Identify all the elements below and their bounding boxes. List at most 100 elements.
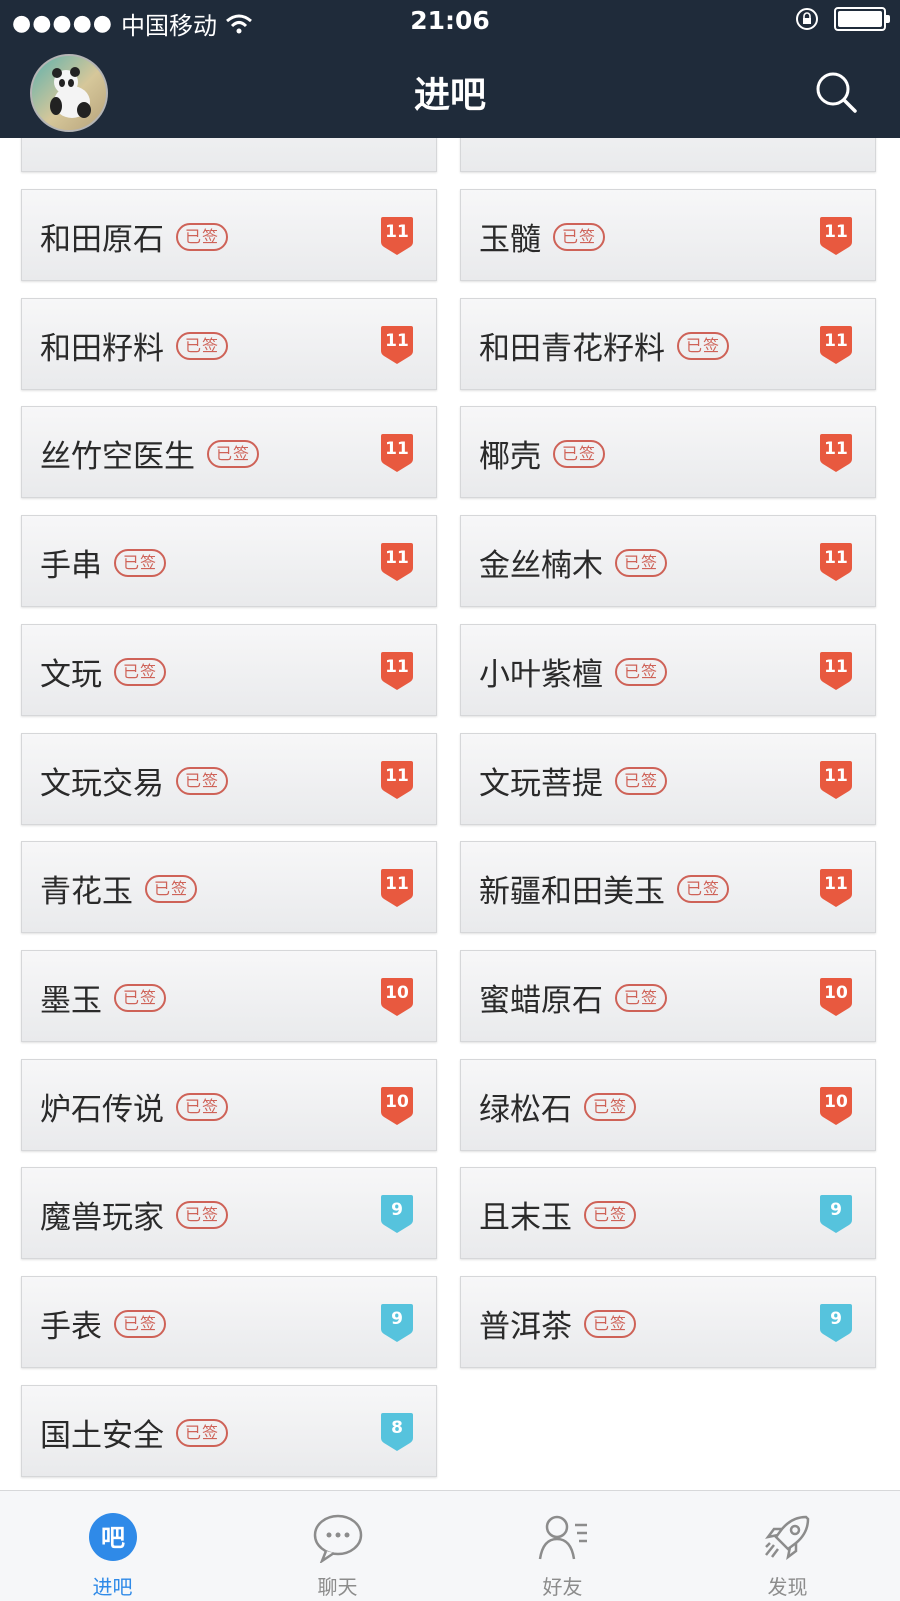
forum-card[interactable]: 丝竹空医生 已签 11 [21,406,437,498]
level-number: 11 [824,222,848,242]
forum-name: 玉髓 [479,222,541,258]
tab-label: 发现 [767,1575,808,1599]
level-number: 10 [385,983,409,1003]
forum-name-row: 墨玉 已签 [40,975,167,1020]
level-badge: 9 [817,1194,855,1234]
signed-stamp: 已签 [176,766,229,795]
forum-card[interactable]: 文玩 已签 11 [21,624,437,716]
signed-stamp: 已签 [553,439,606,468]
level-badge: 9 [817,1303,855,1343]
forum-name: 丝竹空医生 [40,439,195,475]
forum-card[interactable]: 玉髓 已签 11 [460,189,876,281]
signed-stamp: 已签 [584,1200,637,1229]
level-number: 10 [385,1092,409,1112]
signed-stamp: 已签 [114,657,167,686]
forum-card[interactable]: 普洱茶 已签 9 [460,1276,876,1368]
forum-name-row: 和田原石 已签 [40,214,229,259]
forum-name: 和田籽料 [40,331,164,367]
signed-stamp: 已签 [615,657,668,686]
forum-name-row: 文玩交易 已签 [40,758,229,803]
tab-forums[interactable]: 吧 进吧 [0,1491,225,1601]
signed-stamp: 已签 [553,222,606,251]
forum-card[interactable]: 且末玉 已签 9 [460,1167,876,1259]
level-badge: 11 [378,433,416,473]
search-icon[interactable] [814,70,858,114]
rotation-lock-icon [796,8,818,30]
forum-name: 且末玉 [479,1200,572,1236]
chat-bubble-icon [313,1514,362,1563]
forum-name-row: 青花玉 已签 [40,866,198,911]
tab-friends[interactable]: 好友 [450,1491,675,1601]
forum-name: 国土安全 [40,1418,164,1454]
level-number: 11 [385,331,409,351]
level-number: 10 [824,983,848,1003]
forum-card[interactable]: 魔兽玩家 已签 9 [21,1167,437,1259]
level-badge: 9 [378,1194,416,1234]
forum-name: 绿松石 [479,1092,572,1128]
forum-name-row: 丝竹空医生 已签 [40,431,260,476]
level-badge: 11 [378,542,416,582]
forum-card[interactable]: 和田青花籽料 已签 11 [460,298,876,390]
forum-card[interactable]: 和田原石 已签 11 [21,189,437,281]
contacts-icon [538,1515,587,1560]
signed-stamp: 已签 [176,222,229,251]
signed-stamp: 已签 [615,766,668,795]
forum-card[interactable]: 青花玉 已签 11 [21,841,437,933]
forum-name: 青花玉 [40,874,133,910]
forum-name-row: 玉髓 已签 [479,214,606,259]
forum-card[interactable]: 手表 已签 9 [21,1276,437,1368]
forum-name: 和田青花籽料 [479,331,665,367]
forum-card[interactable]: 国土安全 已签 8 [21,1385,437,1477]
level-badge: 11 [817,760,855,800]
forum-card[interactable]: 炉石传说 已签 10 [21,1059,437,1151]
level-number: 11 [385,657,409,677]
level-badge: 10 [378,977,416,1017]
forum-name-row: 椰壳 已签 [479,431,606,476]
forum-name-row: 和田籽料 已签 [40,323,229,368]
level-badge: 11 [817,542,855,582]
tab-chat[interactable]: 聊天 [225,1491,450,1601]
forum-name-row: 手表 已签 [40,1301,167,1346]
forum-name-row: 金丝楠木 已签 [479,540,668,585]
forum-card[interactable]: 小叶紫檀 已签 11 [460,624,876,716]
forum-card[interactable]: 椰壳 已签 11 [460,406,876,498]
forum-name: 文玩菩提 [479,766,603,802]
tab-label: 好友 [542,1575,583,1599]
status-time: 21:06 [410,6,490,35]
level-badge: 11 [817,433,855,473]
forum-card[interactable]: 文玩交易 已签 11 [21,733,437,825]
forum-name-row: 普洱茶 已签 [479,1301,637,1346]
level-number: 11 [824,439,848,459]
forum-name-row: 绿松石 已签 [479,1084,637,1129]
tab-label: 进吧 [92,1575,133,1599]
page-title: 进吧 [413,75,486,116]
level-number: 11 [824,874,848,894]
level-number: 8 [391,1418,403,1438]
forum-card[interactable]: 和田籽料 已签 11 [21,298,437,390]
forum-name-row: 且末玉 已签 [479,1192,637,1237]
forum-card[interactable]: 手串 已签 11 [21,515,437,607]
level-badge: 11 [378,868,416,908]
level-badge: 11 [378,216,416,256]
signed-stamp: 已签 [677,874,730,903]
level-number: 11 [385,222,409,242]
forum-card[interactable]: 文玩菩提 已签 11 [460,733,876,825]
level-number: 9 [391,1309,403,1329]
forum-card[interactable]: 墨玉 已签 10 [21,950,437,1042]
status-bar: ●●●●● 中国移动 21:06 [0,0,900,44]
level-badge: 10 [817,977,855,1017]
tab-discover[interactable]: 发现 [675,1491,900,1601]
forum-card[interactable]: 蜜蜡原石 已签 10 [460,950,876,1042]
forum-card[interactable]: 绿松石 已签 10 [460,1059,876,1151]
forum-name: 手表 [40,1309,102,1345]
forum-card[interactable]: 金丝楠木 已签 11 [460,515,876,607]
forum-name-row: 文玩 已签 [40,649,167,694]
level-badge: 11 [817,868,855,908]
forum-name: 普洱茶 [479,1309,572,1345]
forum-name: 文玩 [40,657,102,693]
forum-card[interactable]: 新疆和田美玉 已签 11 [460,841,876,933]
signed-stamp: 已签 [615,548,668,577]
signed-stamp: 已签 [114,983,167,1012]
level-badge: 10 [817,1086,855,1126]
forum-name-row: 文玩菩提 已签 [479,758,668,803]
